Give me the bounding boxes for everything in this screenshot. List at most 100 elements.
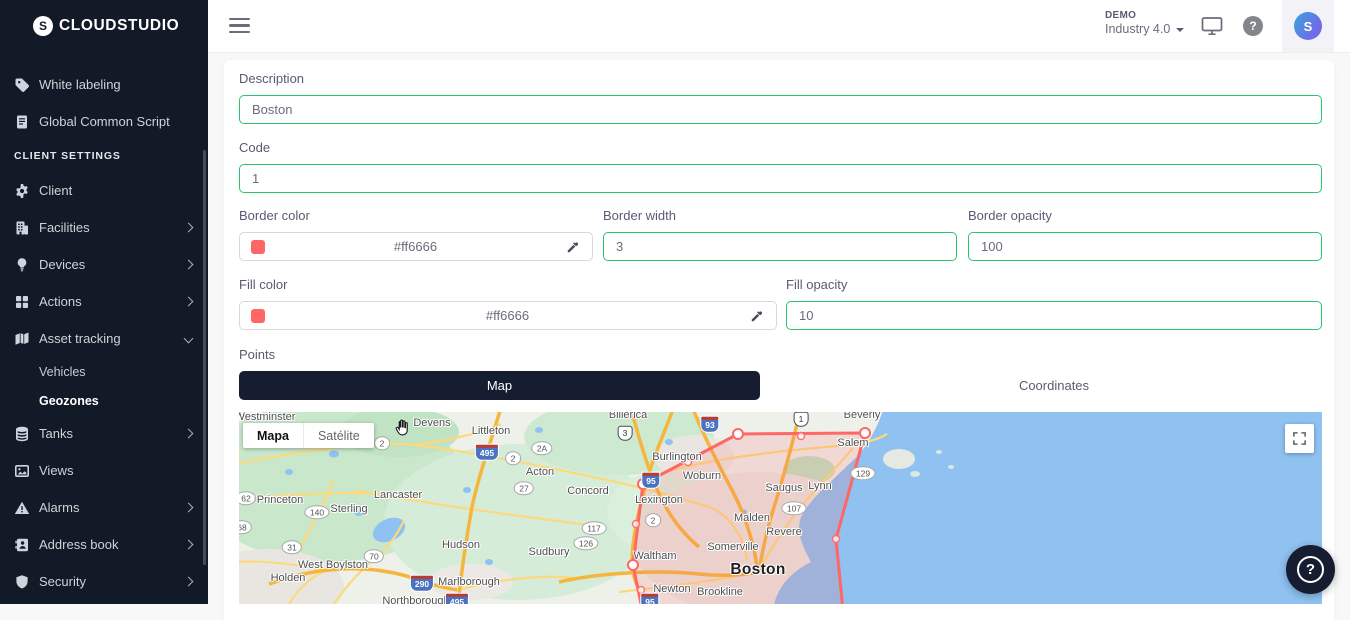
border-color-value: #ff6666 [265, 239, 566, 254]
sidebar-item-label: Client [39, 183, 192, 198]
sidebar-item-label: Devices [39, 257, 185, 272]
menu-toggle-icon[interactable] [229, 18, 250, 37]
chevron-right-icon [184, 577, 194, 587]
help-icon[interactable]: ? [1243, 16, 1263, 36]
sidebar-scrollbar[interactable] [203, 150, 206, 565]
sidebar-item-white-labeling[interactable]: White labeling [0, 66, 208, 103]
border-opacity-label: Border opacity [968, 208, 1052, 223]
gear-icon [14, 183, 30, 199]
sidebar-item-address-book[interactable]: Address book [0, 526, 208, 563]
sidebar: S CLOUDSTUDIO White labeling Global Commo… [0, 0, 208, 604]
chevron-down-icon [1176, 28, 1184, 32]
fill-color-picker[interactable]: #ff6666 [239, 301, 777, 330]
geozone-midpoint-handle[interactable] [833, 536, 840, 543]
sidebar-item-security[interactable]: Security [0, 563, 208, 600]
geozone-vertex-handle[interactable] [733, 429, 743, 439]
support-fab[interactable]: ? [1286, 545, 1335, 594]
map-icon [14, 331, 30, 347]
bulb-icon [14, 257, 30, 273]
sidebar-item-global-common-script[interactable]: Global Common Script [0, 103, 208, 140]
chevron-right-icon [184, 540, 194, 550]
tab-map[interactable]: Map [239, 371, 760, 400]
description-label: Description [239, 71, 304, 86]
sidebar-item-vehicles[interactable]: Vehicles [0, 357, 208, 386]
map-base-layer [239, 412, 1322, 604]
tenant-switcher[interactable]: DEMO Industry 4.0 [1105, 10, 1205, 36]
sidebar-item-views[interactable]: Views [0, 452, 208, 489]
border-opacity-input[interactable] [968, 232, 1322, 261]
sidebar-item-label: Global Common Script [39, 114, 192, 129]
tanks-icon [14, 426, 30, 442]
sidebar-section-label: CLIENT SETTINGS [0, 140, 208, 172]
map-type-control: Mapa Satélite [243, 423, 374, 448]
views-icon [14, 463, 30, 479]
sidebar-item-facilities[interactable]: Facilities [0, 209, 208, 246]
chevron-down-icon [184, 334, 194, 344]
chevron-right-icon [184, 260, 194, 270]
address-book-icon [14, 537, 30, 553]
geozone-midpoint-handle[interactable] [798, 433, 805, 440]
question-mark-icon: ? [1297, 556, 1324, 583]
geozone-midpoint-handle[interactable] [638, 587, 645, 594]
sidebar-item-label: Address book [39, 537, 185, 552]
alarm-icon [14, 500, 30, 516]
border-width-input[interactable] [603, 232, 957, 261]
fill-color-swatch [251, 309, 265, 323]
brand-logo[interactable]: S CLOUDSTUDIO [0, 0, 208, 52]
sidebar-item-devices[interactable]: Devices [0, 246, 208, 283]
satellite-type-button[interactable]: Satélite [303, 423, 374, 448]
geozone-vertex-handle[interactable] [628, 560, 638, 570]
brand-logo-icon: S [33, 16, 53, 36]
sidebar-item-label: Tanks [39, 426, 185, 441]
sidebar-item-client[interactable]: Client [0, 172, 208, 209]
points-label: Points [239, 347, 275, 362]
fill-opacity-label: Fill opacity [786, 277, 847, 292]
shield-icon [14, 574, 30, 590]
sidebar-item-label: Facilities [39, 220, 185, 235]
fill-opacity-input[interactable] [786, 301, 1322, 330]
border-width-label: Border width [603, 208, 676, 223]
map-type-button[interactable]: Mapa [243, 423, 303, 448]
monitor-icon[interactable] [1200, 14, 1224, 38]
fill-color-label: Fill color [239, 277, 287, 292]
sidebar-item-label: Security [39, 574, 185, 589]
geozone-vertex-handle[interactable] [860, 428, 870, 438]
grid-icon [14, 294, 30, 310]
tenant-value: Industry 4.0 [1105, 22, 1170, 36]
geozone-midpoint-handle[interactable] [685, 459, 692, 466]
code-input[interactable] [239, 164, 1322, 193]
eyedropper-icon [566, 240, 580, 254]
fill-color-value: #ff6666 [265, 308, 750, 323]
map-canvas[interactable]: WestminsterDevensLittletonBillericaBever… [239, 412, 1322, 604]
chevron-right-icon [184, 429, 194, 439]
sidebar-item-label: White labeling [39, 77, 192, 92]
sidebar-item-label: Actions [39, 294, 185, 309]
building-icon [14, 220, 30, 236]
geozone-form-card: Description Code Border color Border wid… [224, 60, 1334, 620]
sidebar-item-label: Alarms [39, 500, 185, 515]
fullscreen-icon [1292, 431, 1307, 446]
chevron-right-icon [184, 297, 194, 307]
geozone-midpoint-handle[interactable] [633, 521, 640, 528]
avatar-container[interactable]: S [1282, 0, 1334, 52]
sidebar-item-alarms[interactable]: Alarms [0, 489, 208, 526]
code-label: Code [239, 140, 270, 155]
script-icon [14, 114, 30, 130]
tag-icon [14, 77, 30, 93]
sidebar-item-tanks[interactable]: Tanks [0, 415, 208, 452]
border-color-label: Border color [239, 208, 310, 223]
eyedropper-icon [750, 309, 764, 323]
tab-coordinates[interactable]: Coordinates [786, 371, 1322, 400]
sidebar-item-asset-tracking[interactable]: Asset tracking [0, 320, 208, 357]
sidebar-nav: White labeling Global Common Script CLIENT… [0, 52, 208, 600]
geozone-vertex-handle[interactable] [638, 479, 648, 489]
sidebar-item-label: Vehicles [39, 365, 86, 379]
sidebar-item-geozones[interactable]: Geozones [0, 386, 208, 415]
fullscreen-button[interactable] [1285, 424, 1314, 453]
description-input[interactable] [239, 95, 1322, 124]
sidebar-item-actions[interactable]: Actions [0, 283, 208, 320]
sidebar-item-label: Views [39, 463, 192, 478]
avatar: S [1294, 12, 1322, 40]
header: DEMO Industry 4.0 ? S [208, 0, 1350, 52]
border-color-picker[interactable]: #ff6666 [239, 232, 593, 261]
